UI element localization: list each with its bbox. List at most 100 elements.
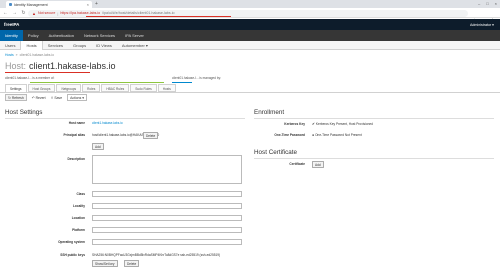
breadcrumb-current: client01.hakase-labs.io [19, 53, 55, 57]
member-of-indicator [30, 82, 164, 83]
main-nav-policy[interactable]: Policy [23, 30, 44, 41]
facet-divider [0, 92, 500, 93]
main-nav-authentication[interactable]: Authentication [44, 30, 79, 41]
save-label: Save [54, 95, 63, 100]
user-menu[interactable]: Administrator ▾ [470, 23, 494, 27]
check-icon: ✔ [312, 122, 315, 126]
main-nav-network-services[interactable]: Network Services [79, 30, 120, 41]
revert-label: Revert [35, 95, 46, 100]
platform-input[interactable] [92, 227, 242, 233]
sub-nav-id-views[interactable]: ID Views [91, 41, 117, 50]
refresh-button[interactable]: ↻ Refresh [5, 94, 27, 101]
kerberos-key-status: ✔ Kerberos Key Present, Host Provisioned [312, 122, 373, 126]
brand-logo: freeIPA [4, 22, 20, 27]
page-title-kind: Host: [5, 61, 27, 71]
managed-by-indicator [172, 82, 192, 83]
window-controls: – □ × [478, 1, 497, 6]
class-label: Class [76, 192, 85, 196]
ssh-key-fingerprint: SHA256:N0BHQPFacU3GxjmBBd5lvRdaSMP4KhrTo… [92, 253, 221, 257]
reload-icon[interactable]: ↻ [21, 10, 26, 16]
main-nav-ipa-server[interactable]: IPA Server [120, 30, 149, 41]
page-title-name: client1.hakase-labs.io [29, 61, 116, 71]
host-certificate-heading: Host Certificate [254, 149, 298, 156]
upload-icon: ⇧ [50, 95, 54, 100]
otp-label: One-Time Password [274, 133, 305, 137]
breadcrumb: Hosts » client01.hakase-labs.io [5, 53, 54, 57]
operating-system-label: Operating system [58, 240, 85, 244]
sub-nav-groups[interactable]: Groups [68, 41, 91, 50]
location-input[interactable] [92, 215, 242, 221]
tab-settings[interactable]: Settings [5, 84, 27, 92]
kerberos-key-label: Kerberos Key [284, 122, 305, 126]
forward-icon[interactable]: → [12, 10, 17, 16]
minimize-icon[interactable]: – [478, 1, 480, 6]
principal-alias-label: Principal alias [63, 133, 85, 137]
browser-tabstrip: Identity Management × + – □ × [0, 0, 500, 8]
sub-nav-services[interactable]: Services [43, 41, 68, 50]
new-tab-icon[interactable]: + [95, 1, 98, 7]
enrollment-rule [254, 118, 494, 119]
locality-input[interactable] [92, 203, 242, 209]
certificate-add-button[interactable]: Add [312, 161, 324, 168]
warning-icon[interactable]: ▲ [32, 11, 36, 16]
browser-tab[interactable]: Identity Management × [6, 1, 92, 8]
tab-netgroups[interactable]: Netgroups [56, 84, 82, 92]
save-button[interactable]: ⇧ Save [51, 96, 63, 100]
facet-tabs: Settings Host Groups Netgroups Roles HBA… [5, 84, 177, 92]
show-set-key-button[interactable]: Show/Set key [92, 260, 118, 267]
class-input[interactable] [92, 191, 242, 197]
main-nav: Identity Policy Authentication Network S… [0, 30, 500, 41]
window-close-icon[interactable]: × [495, 1, 497, 6]
browser-tab-title: Identity Management [14, 2, 48, 7]
sub-nav-hosts[interactable]: Hosts [20, 41, 43, 50]
back-icon[interactable]: ← [3, 10, 8, 16]
member-of-label: client01.hakase-l... is a member of: [5, 76, 55, 80]
principal-alias-delete-button[interactable]: Delete [143, 132, 159, 139]
url-annotation-underline [86, 15, 231, 17]
tab-hbac-rules[interactable]: HBAC Rules [101, 84, 130, 92]
address-bar[interactable]: ▲ Not secure | https://ipa.hakase-labs.i… [28, 9, 468, 17]
ssh-key-delete-button[interactable]: Delete [124, 260, 140, 267]
refresh-label: Refresh [11, 95, 24, 100]
url-separator: | [57, 10, 59, 16]
description-textarea[interactable] [92, 155, 242, 184]
breadcrumb-separator: » [15, 53, 18, 57]
otp-status: ● One-Time Password Not Present [312, 133, 362, 137]
description-label: Description [67, 157, 85, 161]
sub-nav: Users Hosts Services Groups ID Views Aut… [0, 41, 500, 50]
host-certificate-rule [254, 158, 494, 159]
ssh-public-keys-label: SSH public keys [60, 253, 85, 257]
platform-label: Platform [72, 228, 85, 232]
warning-circle-icon: ● [312, 133, 315, 137]
not-secure-label: Not secure [37, 11, 56, 15]
tab-hosts[interactable]: Hosts [157, 84, 176, 92]
host-name-label: Host name [68, 121, 85, 125]
sub-nav-automember[interactable]: Automember ▾ [117, 41, 153, 50]
revert-button[interactable]: ↶ Revert [32, 96, 46, 100]
refresh-icon: ↻ [8, 95, 11, 100]
action-bar: ↻ Refresh ↶ Revert ⇧ Save Actions ▾ [5, 94, 87, 101]
host-name-value[interactable]: client1.hakase-labs.io [92, 121, 123, 125]
enrollment-heading: Enrollment [254, 109, 285, 116]
close-icon[interactable]: × [87, 2, 89, 7]
kerberos-key-value: Kerberos Key Present, Host Provisioned [315, 122, 373, 126]
breadcrumb-hosts-link[interactable]: Hosts [5, 53, 14, 57]
location-label: Location [71, 216, 85, 220]
tab-sudo-rules[interactable]: Sudo Rules [130, 84, 157, 92]
tab-roles[interactable]: Roles [82, 84, 101, 92]
tab-host-groups[interactable]: Host Groups [27, 84, 56, 92]
url-path: /ipa/ui/#/e/host/details/client01.hakase… [102, 11, 175, 15]
principal-alias-add-button[interactable]: Add [92, 143, 104, 150]
host-settings-rule [5, 118, 245, 119]
browser-toolbar: ← → ↻ ▲ Not secure | https://ipa.hakase-… [0, 8, 500, 24]
host-settings-heading: Host Settings [5, 109, 43, 116]
main-nav-identity[interactable]: Identity [0, 30, 23, 41]
maximize-icon[interactable]: □ [486, 1, 488, 6]
undo-icon: ↶ [31, 95, 35, 100]
sub-nav-users[interactable]: Users [0, 41, 20, 50]
title-annotation-underline [5, 72, 90, 73]
operating-system-input[interactable] [92, 239, 242, 245]
otp-value: One-Time Password Not Present [315, 133, 362, 137]
url-host: https://ipa.hakase-labs.io [60, 11, 101, 15]
actions-dropdown[interactable]: Actions ▾ [67, 94, 87, 101]
